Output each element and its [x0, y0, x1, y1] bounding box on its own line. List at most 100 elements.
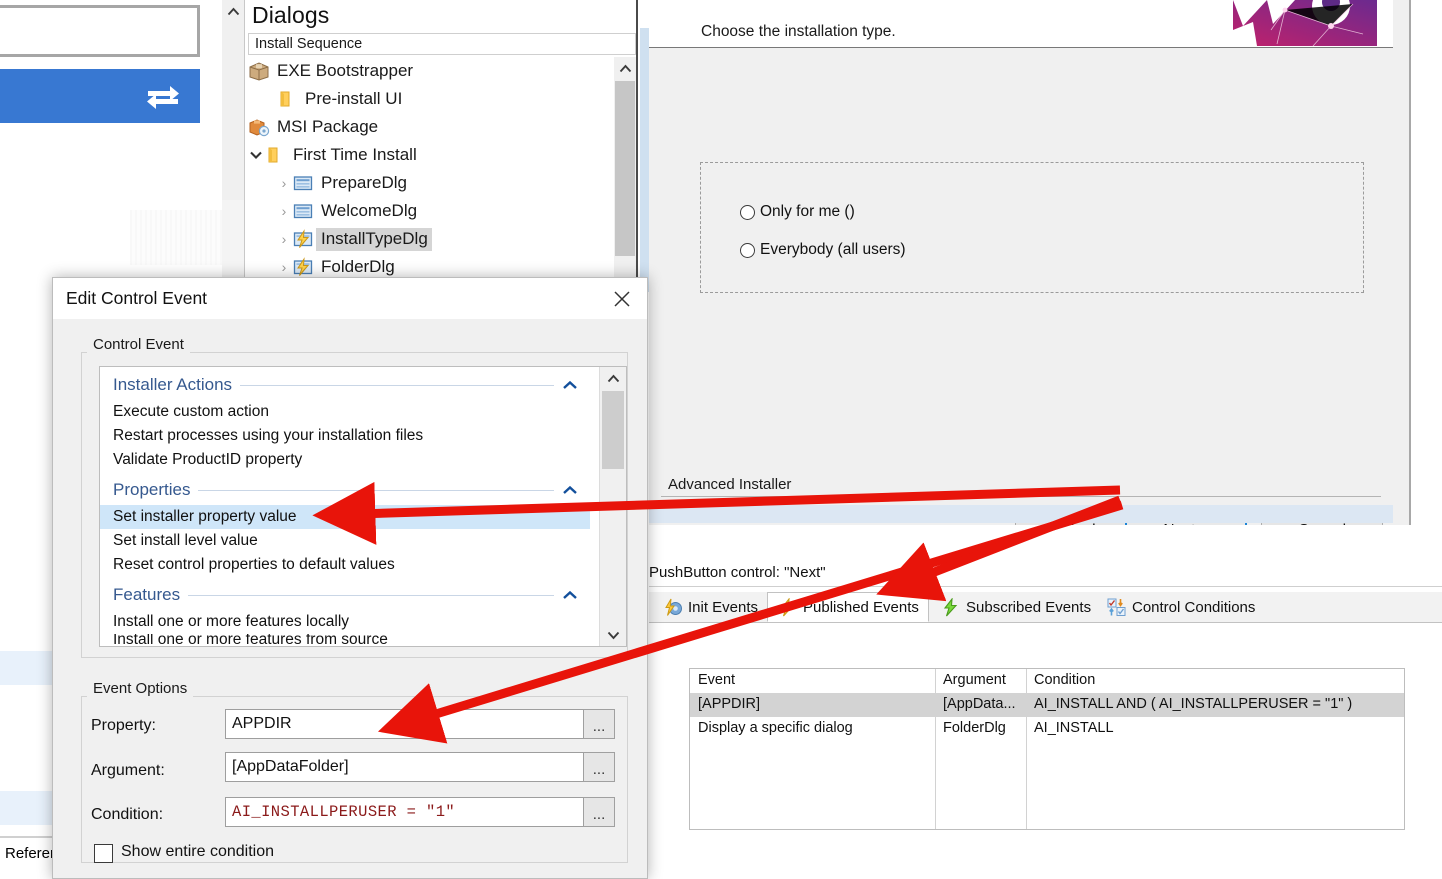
advanced-installer-label: Advanced Installer — [661, 476, 798, 493]
cell-argument: FolderDlg — [943, 720, 1006, 736]
property-browse-button[interactable]: ... — [583, 709, 615, 739]
left-faded-graphic — [130, 210, 222, 265]
folder-icon — [264, 145, 286, 165]
tree-item-welcomedlg[interactable]: › WelcomeDlg — [276, 197, 417, 225]
install-sequence-label: Install Sequence — [255, 36, 362, 52]
show-entire-condition-checkbox[interactable] — [94, 844, 113, 863]
caption-divider — [649, 586, 1442, 587]
list-item[interactable]: Install one or more features locally — [100, 610, 590, 634]
list-item[interactable]: Execute custom action — [100, 400, 590, 424]
scroll-thumb[interactable] — [615, 81, 635, 256]
install-sequence-box[interactable]: Install Sequence — [248, 33, 636, 55]
outer-scroll-track-fade — [222, 200, 244, 275]
tree-item-label: Pre-install UI — [300, 89, 402, 109]
condition-input[interactable]: AI_INSTALLPERUSER = "1" — [225, 797, 585, 827]
tree-item-installtypedlg[interactable]: › InstallTypeDlg — [276, 225, 432, 253]
tree-item-msi-package[interactable]: MSI Package — [248, 113, 378, 141]
tree-item-first-time-install[interactable]: First Time Install — [248, 141, 417, 169]
radio-circle-icon — [740, 205, 755, 220]
left-blue-action-bar[interactable] — [0, 69, 200, 123]
lightning-green-icon — [941, 598, 960, 617]
chevron-down-icon[interactable] — [248, 147, 264, 163]
purple-geometric-banner — [1233, 0, 1377, 46]
tree-item-exe-bootstrapper[interactable]: EXE Bootstrapper — [248, 57, 413, 85]
table-row[interactable]: [APPDIR] [AppData... AI_INSTALL AND ( AI… — [690, 693, 1404, 717]
control-tabs: Init Events Published Events Subscribed … — [649, 592, 1442, 623]
argument-label: Argument: — [91, 762, 165, 780]
published-events-table[interactable]: Event Argument Condition [APPDIR] [AppDa… — [689, 668, 1405, 830]
chevron-right-icon[interactable]: › — [276, 203, 292, 219]
list-section-installer-actions[interactable]: Installer Actions — [100, 370, 590, 400]
list-item-selected[interactable]: Set installer property value — [100, 505, 590, 529]
show-entire-condition-label: Show entire condition — [121, 843, 274, 861]
radio-only-for-me[interactable]: Only for me () — [740, 203, 855, 221]
control-event-group-label: Control Event — [87, 336, 190, 353]
list-vertical-scrollbar[interactable] — [599, 367, 626, 646]
cell-condition: AI_INSTALL AND ( AI_INSTALLPERUSER = "1"… — [1034, 696, 1352, 712]
list-item[interactable]: Reset control properties to default valu… — [100, 553, 590, 577]
dialog-event-icon — [292, 257, 314, 277]
list-section-properties[interactable]: Properties — [100, 475, 590, 505]
tab-control-conditions[interactable]: Control Conditions — [1097, 592, 1267, 622]
argument-input[interactable]: [AppDataFolder] — [225, 752, 585, 782]
section-rule — [188, 595, 554, 596]
list-item[interactable]: Validate ProductID property — [100, 448, 590, 472]
reference-label: Referen — [5, 845, 58, 862]
left-white-box — [0, 5, 200, 57]
chevron-up-icon[interactable] — [562, 483, 590, 498]
argument-browse-button[interactable]: ... — [583, 752, 615, 782]
checkbox-arrows-icon — [1107, 598, 1126, 617]
tab-subscribed-events[interactable]: Subscribed Events — [931, 592, 1095, 622]
chevron-up-icon[interactable] — [562, 378, 590, 393]
preview-header: Choose the installation type. — [649, 0, 1393, 48]
edit-control-event-dialog: Edit Control Event Control Event Install… — [52, 277, 648, 879]
cell-event: [APPDIR] — [698, 696, 760, 712]
control-event-list[interactable]: Installer Actions Execute custom action … — [99, 366, 627, 647]
scroll-up-icon[interactable] — [222, 0, 244, 22]
chevron-up-icon[interactable] — [562, 588, 590, 603]
tab-label: Init Events — [688, 599, 758, 616]
dialog-title: Edit Control Event — [66, 288, 207, 309]
folder-icon — [276, 89, 298, 109]
tree-item-label: InstallTypeDlg — [316, 228, 432, 251]
scroll-up-icon[interactable] — [600, 367, 626, 389]
section-rule — [240, 385, 554, 386]
section-label: Installer Actions — [100, 375, 232, 395]
dialogs-tree[interactable]: EXE Bootstrapper Pre-install UI MSI Pack… — [248, 57, 636, 287]
panel-divider — [636, 0, 638, 292]
condition-browse-button[interactable]: ... — [583, 797, 615, 827]
scroll-up-icon[interactable] — [614, 57, 636, 79]
list-item[interactable]: Set install level value — [100, 529, 590, 553]
tab-published-events[interactable]: Published Events — [767, 592, 929, 622]
cell-event: Display a specific dialog — [698, 720, 853, 736]
tree-item-label: MSI Package — [272, 117, 378, 137]
scroll-thumb[interactable] — [602, 391, 624, 469]
tree-item-label: EXE Bootstrapper — [272, 61, 413, 81]
property-input[interactable]: APPDIR — [225, 709, 585, 739]
list-section-features[interactable]: Features — [100, 580, 590, 610]
list-item[interactable]: Install one or more features from source — [100, 634, 590, 646]
event-options-group-label: Event Options — [87, 680, 193, 697]
cell-argument: [AppData... — [943, 696, 1016, 712]
section-label: Features — [100, 585, 180, 605]
scroll-down-icon[interactable] — [600, 624, 626, 646]
chevron-right-icon[interactable]: › — [276, 231, 292, 247]
tree-item-label: FolderDlg — [316, 257, 395, 277]
cell-condition: AI_INSTALL — [1034, 720, 1114, 736]
tree-item-label: PrepareDlg — [316, 173, 407, 193]
chevron-right-icon[interactable]: › — [276, 175, 292, 191]
preview-footer-strip — [649, 505, 1393, 523]
close-icon[interactable] — [609, 287, 635, 311]
tree-item-preparedlg[interactable]: › PrepareDlg — [276, 169, 407, 197]
package-box-icon — [248, 61, 270, 81]
tree-item-pre-install-ui[interactable]: Pre-install UI — [276, 85, 402, 113]
radio-label: Only for me () — [760, 203, 855, 221]
tab-init-events[interactable]: Init Events — [653, 592, 767, 622]
chevron-right-icon[interactable]: › — [276, 259, 292, 275]
tree-item-label: First Time Install — [288, 145, 417, 165]
table-row[interactable]: Display a specific dialog FolderDlg AI_I… — [690, 717, 1404, 741]
tree-vertical-scrollbar[interactable] — [614, 57, 636, 285]
tab-label: Published Events — [803, 599, 919, 616]
list-item[interactable]: Restart processes using your installatio… — [100, 424, 590, 448]
radio-everybody[interactable]: Everybody (all users) — [740, 241, 906, 259]
